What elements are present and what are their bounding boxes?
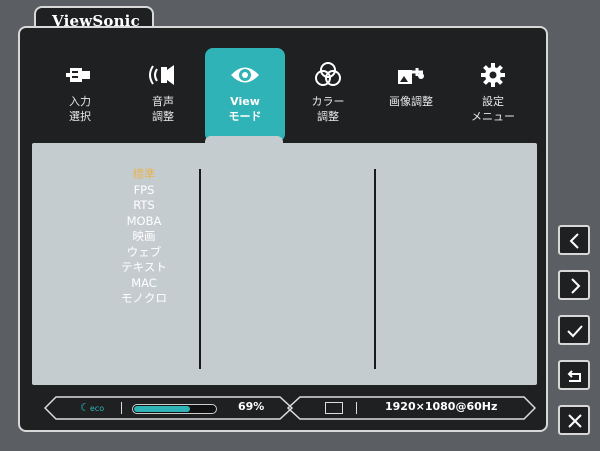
image-tool-icon [398, 68, 424, 84]
menu-label-1: 設定 [482, 95, 504, 108]
right-button[interactable] [558, 270, 590, 300]
mode-item-selected[interactable]: 標準 [84, 167, 204, 183]
back-button[interactable] [558, 360, 590, 390]
exit-button[interactable] [558, 405, 590, 435]
mode-item[interactable]: FPS [84, 183, 204, 199]
menu-setup-menu[interactable]: 設定 メニュー [453, 48, 533, 142]
mode-item[interactable]: MAC [84, 276, 204, 292]
menu-label-1: 画像調整 [389, 95, 433, 108]
mode-item[interactable]: MOBA [84, 214, 204, 230]
content-panel: 標準 FPS RTS MOBA 映画 ウェブ テキスト MAC モノクロ [32, 143, 537, 385]
menu-label-2: モード [228, 110, 262, 123]
column-divider [374, 169, 376, 369]
right-arrow-icon [571, 278, 581, 294]
check-icon [567, 325, 583, 338]
mode-item[interactable]: ウェブ [84, 245, 204, 261]
return-icon [567, 370, 581, 382]
menu-label-1: 音声 [152, 95, 174, 108]
menu-label-2: 調整 [317, 110, 339, 123]
close-icon [568, 414, 582, 428]
eco-level-fill [134, 406, 190, 412]
eco-level-bar [132, 404, 217, 414]
divider [356, 402, 357, 414]
aspect-ratio-icon [325, 402, 343, 414]
resolution-readout: 1920×1080@60Hz [385, 400, 498, 413]
left-arrow-icon [569, 233, 579, 249]
color-circles-icon [315, 62, 341, 86]
eye-icon [231, 67, 259, 83]
menu-label-1: 入力 [69, 95, 91, 108]
menu-input-select[interactable]: 入力 選択 [40, 48, 120, 142]
eco-icon: ☾eco [80, 401, 105, 414]
menu-label-1: View [230, 95, 260, 108]
menu-view-mode[interactable]: View モード [205, 48, 285, 142]
brand-logo: ViewSonic [52, 12, 140, 30]
menu-color-adjust[interactable]: カラー 調整 [288, 48, 368, 142]
eco-label: eco [89, 404, 105, 413]
mode-item[interactable]: テキスト [84, 260, 204, 276]
left-button[interactable] [558, 225, 590, 255]
confirm-button[interactable] [558, 315, 590, 345]
view-mode-list: 標準 FPS RTS MOBA 映画 ウェブ テキスト MAC モノクロ [84, 167, 204, 307]
divider [121, 402, 122, 414]
menu-label-2: 選択 [69, 110, 91, 123]
mode-item[interactable]: RTS [84, 198, 204, 214]
status-bar: ☾eco 69% 1920×1080@60Hz [44, 396, 536, 420]
menu-audio-adjust[interactable]: 音声 調整 [123, 48, 203, 142]
menu-label-2: メニュー [471, 110, 515, 123]
mode-item[interactable]: 映画 [84, 229, 204, 245]
gear-icon [481, 63, 505, 87]
menu-label-2: 調整 [152, 110, 174, 123]
column-divider [199, 169, 201, 369]
speaker-icon [149, 65, 174, 85]
eco-percent: 69% [238, 400, 265, 413]
mode-item[interactable]: モノクロ [84, 291, 204, 307]
menu-image-adjust[interactable]: 画像調整 [371, 48, 451, 142]
input-connector-icon [66, 68, 90, 82]
menu-label-1: カラー [311, 95, 345, 108]
